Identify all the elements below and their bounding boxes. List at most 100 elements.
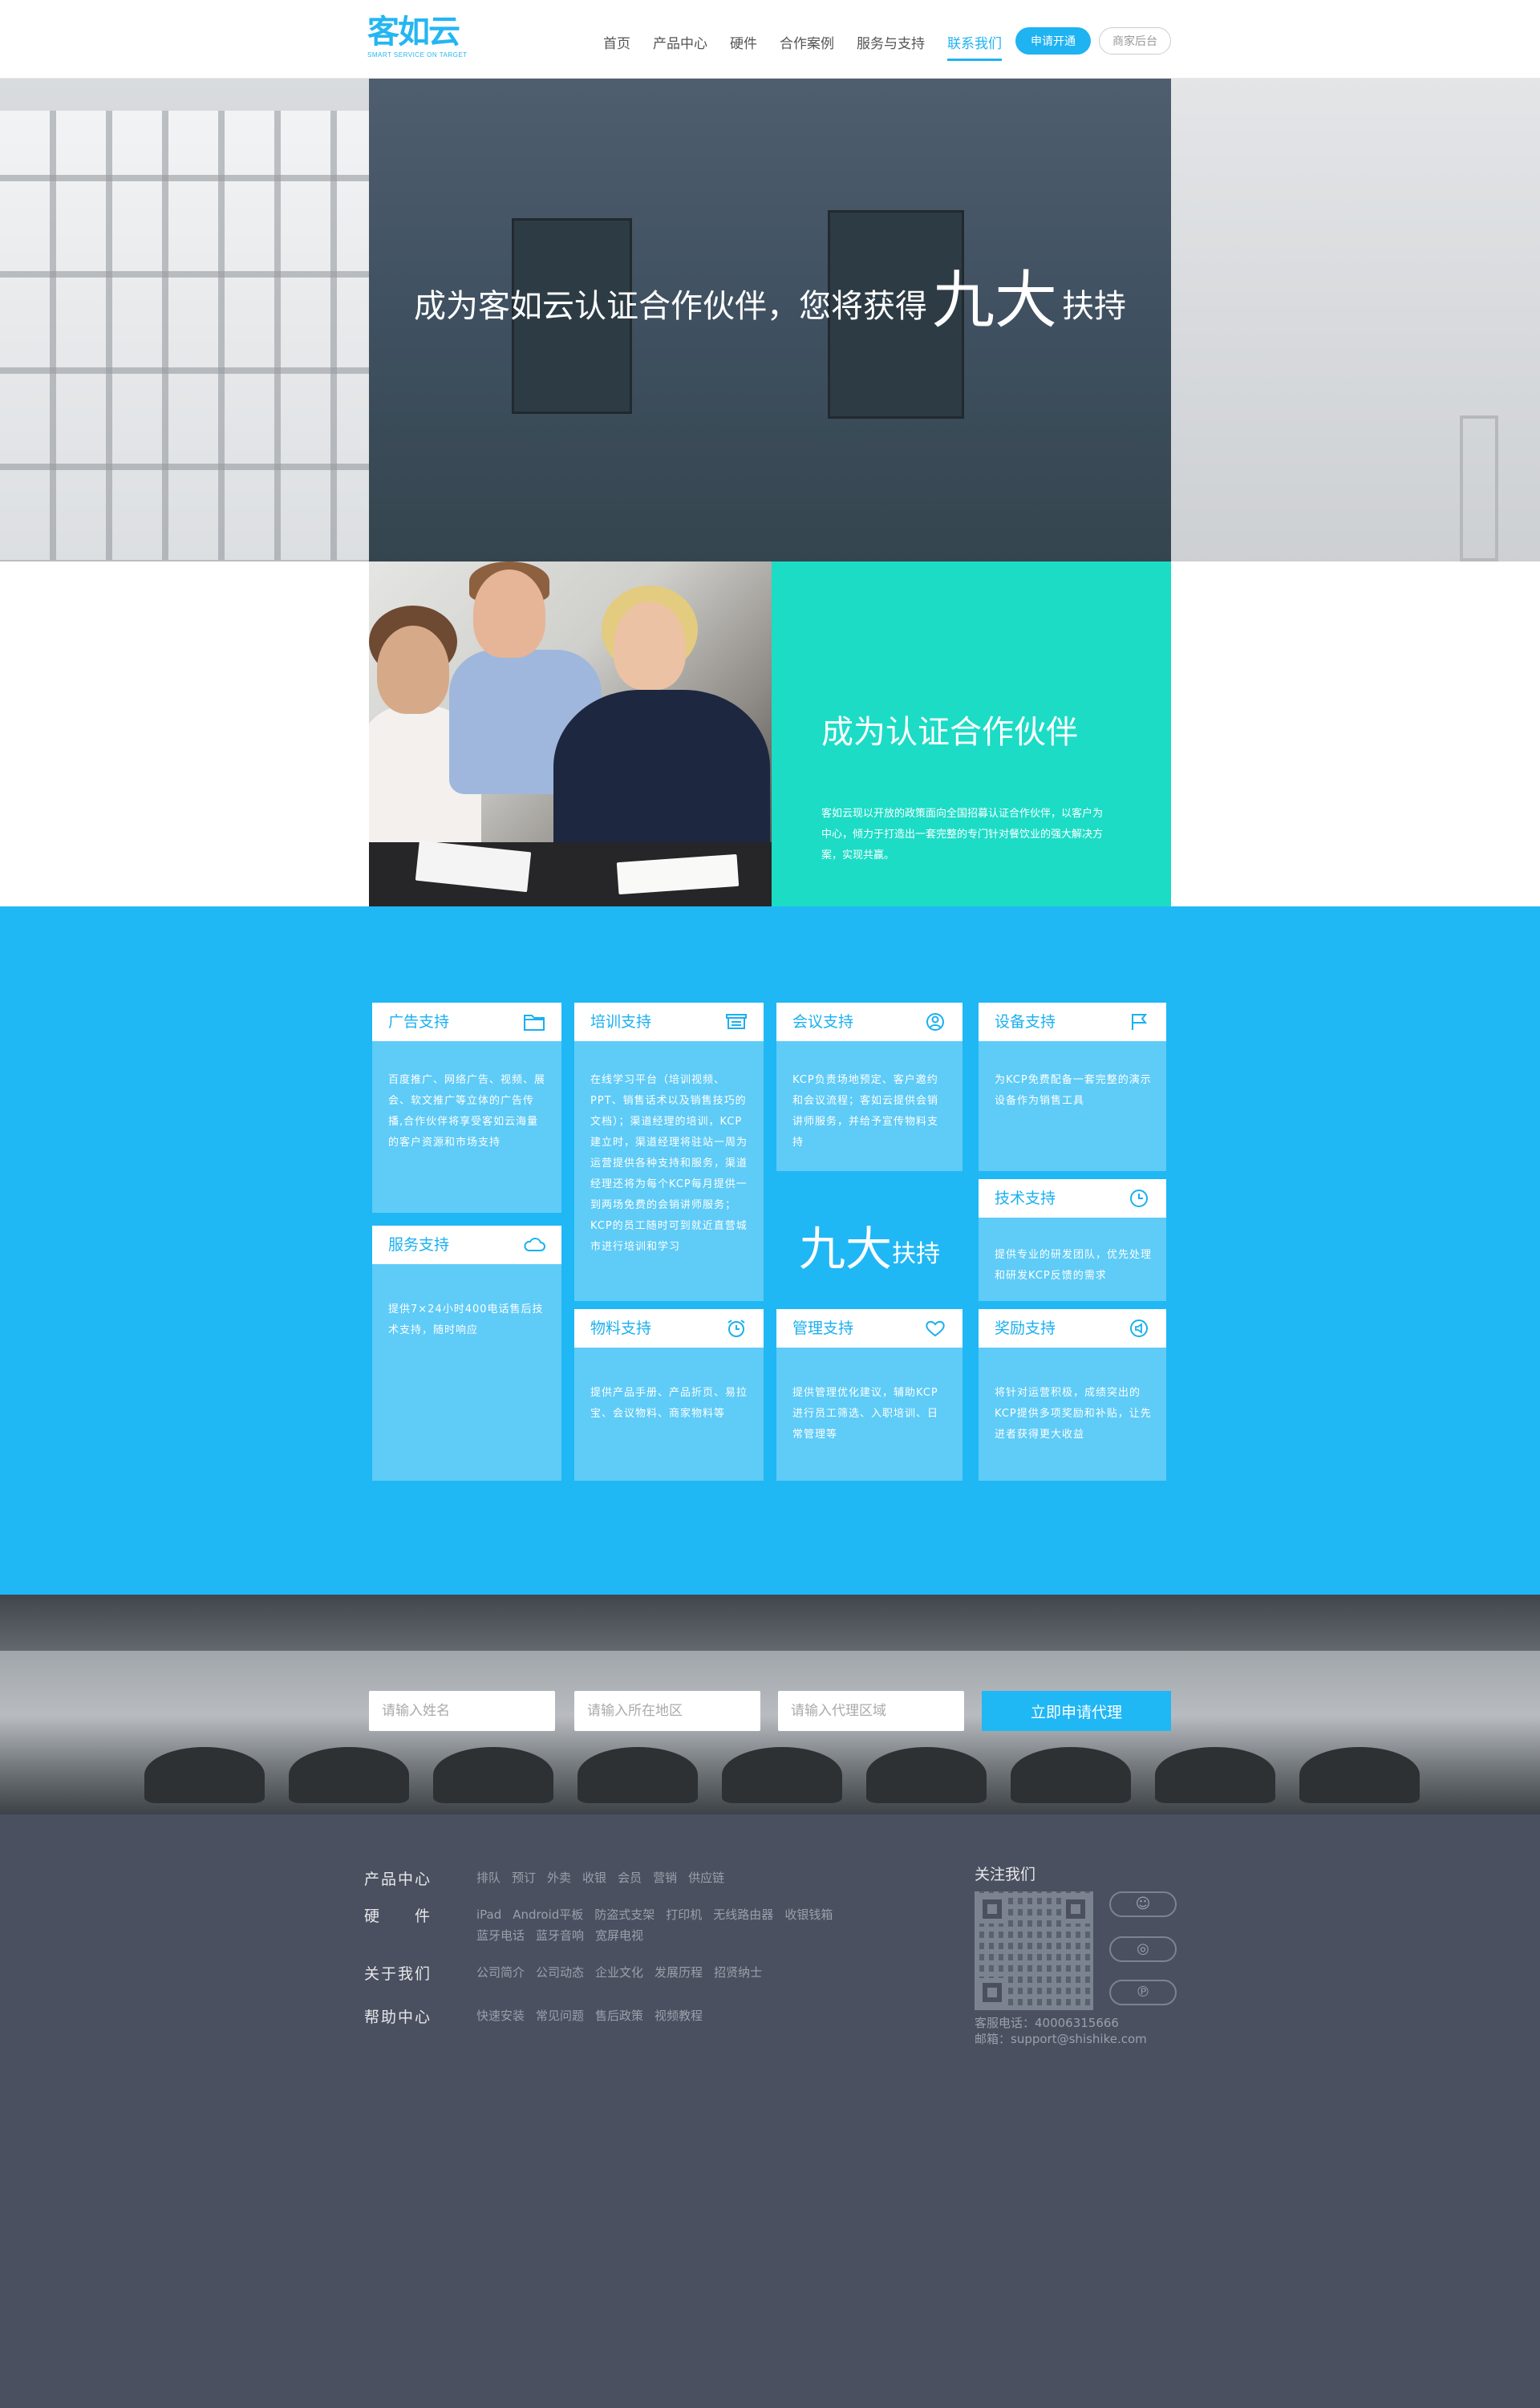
follow-us-title: 关注我们	[975, 1866, 1036, 1883]
card-body: 在线学习平台（培训视频、PPT、销售话术以及销售技巧的文档）；渠道经理的培训，K…	[590, 1074, 748, 1253]
card-body: 提供专业的研发团队，优先处理和研发KCP反馈的需求	[995, 1249, 1153, 1282]
footer-row-help: 帮助中心 快速安装 常见问题 售后政策 视频教程	[364, 2005, 845, 2027]
card-title: 设备支持	[995, 1013, 1056, 1031]
card-title: 广告支持	[388, 1013, 450, 1031]
footer	[0, 1814, 1540, 2408]
nav-products[interactable]: 产品中心	[653, 32, 707, 61]
card-title: 物料支持	[590, 1320, 652, 1337]
main-menu: 首页 产品中心 硬件 合作案例 服务与支持 联系我们	[603, 32, 1024, 61]
card-body: 提供7×24小时400电话售后技术支持，随时响应	[388, 1303, 544, 1336]
team-photo	[369, 561, 772, 906]
speaker-icon	[1130, 1320, 1148, 1337]
footer-link[interactable]: 供应链	[688, 1867, 724, 1889]
footer-link[interactable]: 收银钱箱	[784, 1904, 833, 1925]
footer-link[interactable]: 视频教程	[654, 2005, 703, 2027]
footer-link[interactable]: 预订	[512, 1867, 536, 1889]
support-card-reward: 奖励支持 将针对运营积极，成绩突出的KCP提供多项奖励和补贴，让先进者获得更大收…	[979, 1309, 1166, 1481]
partner-section: 成为认证合作伙伴 客如云现以开放的政策面向全国招募认证合作伙伴，以客户为中心，倾…	[0, 561, 1540, 906]
merchant-backend-button[interactable]: 商家后台	[1099, 27, 1171, 55]
support-card-material: 物料支持 提供产品手册、产品折页、易拉宝、会议物料、商家物料等	[574, 1309, 764, 1481]
partner-panel: 成为认证合作伙伴 客如云现以开放的政策面向全国招募认证合作伙伴，以客户为中心，倾…	[772, 561, 1171, 906]
card-title: 奖励支持	[995, 1320, 1056, 1337]
card-body: 提供产品手册、产品折页、易拉宝、会议物料、商家物料等	[590, 1387, 748, 1420]
logo[interactable]: 客如云 SMART SERVICE ON TARGET	[367, 14, 470, 66]
wechat-icon[interactable]: ☺	[1109, 1891, 1177, 1917]
apply-section	[0, 1595, 1540, 1814]
footer-link[interactable]: 公司简介	[476, 1962, 525, 1984]
footer-link[interactable]: Android平板	[513, 1904, 583, 1925]
flag-icon	[1132, 1014, 1148, 1030]
footer-link[interactable]: 蓝牙音响	[536, 1925, 584, 1946]
footer-link[interactable]: 宽屏电视	[595, 1925, 643, 1946]
footer-link[interactable]: 排队	[476, 1867, 500, 1889]
card-title: 管理支持	[792, 1320, 854, 1337]
training-board-icon	[726, 1014, 747, 1029]
folder-icon	[524, 1015, 545, 1031]
footer-link[interactable]: 招贤纳士	[714, 1962, 762, 1984]
nine-small: 扶持	[892, 1240, 940, 1268]
hero-title: 成为客如云认证合作伙伴，您将获得九大 扶持	[369, 265, 1171, 343]
card-title: 服务支持	[388, 1236, 450, 1254]
contact-phone: 客服电话：40006315666	[975, 2016, 1119, 2030]
cloud-icon	[524, 1238, 545, 1251]
footer-link[interactable]: 防盗式支架	[594, 1904, 654, 1925]
support-card-meeting: 会议支持 KCP负责场地预定、客户邀约和会议流程；客如云提供会销讲师服务，并给予…	[776, 1003, 962, 1171]
footer-link[interactable]: 营销	[653, 1867, 677, 1889]
agent-area-input[interactable]	[778, 1691, 964, 1731]
nav-service[interactable]: 服务与支持	[857, 32, 925, 61]
footer-label: 产品中心	[364, 1871, 432, 1888]
nav-home[interactable]: 首页	[603, 32, 630, 61]
footer-link[interactable]: iPad	[476, 1904, 501, 1925]
card-title: 会议支持	[792, 1013, 854, 1031]
top-navbar: 客如云 SMART SERVICE ON TARGET 首页 产品中心 硬件 合…	[0, 0, 1540, 79]
footer-link[interactable]: 会员	[618, 1867, 642, 1889]
footer-row-products: 产品中心 排队 预订 外卖 收银 会员 营销 供应链	[364, 1867, 845, 1889]
alarm-clock-icon	[727, 1320, 745, 1337]
region-input[interactable]	[574, 1691, 760, 1731]
support-card-tech: 技术支持 提供专业的研发团队，优先处理和研发KCP反馈的需求	[979, 1179, 1166, 1301]
nav-hardware[interactable]: 硬件	[730, 32, 757, 61]
support-section	[0, 906, 1540, 1595]
footer-link[interactable]: 常见问题	[536, 2005, 584, 2027]
support-card-service: 服务支持 提供7×24小时400电话售后技术支持，随时响应	[372, 1226, 561, 1481]
tencent-weibo-icon[interactable]: ℗	[1109, 1980, 1177, 2005]
hero-window-image	[0, 111, 369, 560]
card-title: 培训支持	[590, 1013, 652, 1031]
footer-row-about: 关于我们 公司简介 公司动态 企业文化 发展历程 招贤纳士	[364, 1962, 845, 1984]
name-input[interactable]	[369, 1691, 555, 1731]
footer-link[interactable]: 快速安装	[476, 2005, 525, 2027]
card-body: 百度推广、网络广告、视频、展会、软文推广等立体的广告传播,合作伙伴将享受客如云海…	[388, 1074, 546, 1149]
support-card-management: 管理支持 提供管理优化建议，辅助KCP进行员工筛选、入职培训、日常管理等	[776, 1309, 962, 1481]
footer-link[interactable]: 外卖	[547, 1867, 571, 1889]
weibo-icon[interactable]: ◎	[1109, 1936, 1177, 1962]
hero-title-post: 扶持	[1062, 288, 1126, 325]
footer-link[interactable]: 打印机	[666, 1904, 702, 1925]
footer-link[interactable]: 发展历程	[654, 1962, 703, 1984]
partner-description: 客如云现以开放的政策面向全国招募认证合作伙伴，以客户为中心，倾力于打造出一套完整…	[821, 808, 1104, 861]
footer-link[interactable]: 公司动态	[536, 1962, 584, 1984]
footer-link[interactable]: 企业文化	[595, 1962, 643, 1984]
apply-agent-button[interactable]: 立即申请代理	[982, 1691, 1171, 1731]
hero-title-big: 九大	[931, 265, 1057, 337]
nav-cases[interactable]: 合作案例	[780, 32, 834, 61]
user-circle-icon	[926, 1013, 944, 1031]
nine-support-label: 九大扶持	[776, 1211, 962, 1279]
footer-label: 硬 件	[364, 1907, 432, 1925]
card-body: 为KCP免费配备一套完整的演示设备作为销售工具	[995, 1074, 1152, 1107]
apply-open-button[interactable]: 申请开通	[1015, 27, 1091, 55]
footer-row-hardware: 硬 件 iPad Android平板 防盗式支架 打印机 无线路由器 收银钱箱 …	[364, 1904, 845, 1946]
support-card-ad: 广告支持 百度推广、网络广告、视频、展会、软文推广等立体的广告传播,合作伙伴将享…	[372, 1003, 561, 1213]
hero-wall-image	[1171, 79, 1540, 561]
footer-link[interactable]: 无线路由器	[713, 1904, 773, 1925]
qr-code	[975, 1891, 1093, 2010]
footer-link[interactable]: 售后政策	[595, 2005, 643, 2027]
nine-big: 九大	[798, 1222, 892, 1276]
card-title: 技术支持	[995, 1190, 1056, 1207]
footer-link[interactable]: 收银	[582, 1867, 606, 1889]
footer-link[interactable]: 蓝牙电话	[476, 1925, 525, 1946]
nav-contact[interactable]: 联系我们	[947, 32, 1002, 61]
footer-label: 帮助中心	[364, 2009, 432, 2026]
contact-info: 客服电话：40006315666 邮箱：support@shishike.com	[975, 2015, 1147, 2047]
logo-tagline: SMART SERVICE ON TARGET	[367, 51, 468, 59]
clock-icon	[1130, 1190, 1148, 1207]
